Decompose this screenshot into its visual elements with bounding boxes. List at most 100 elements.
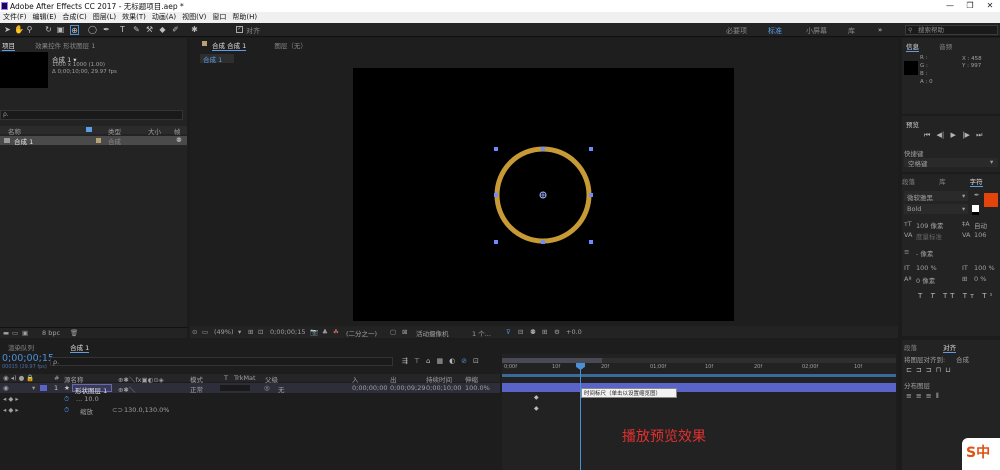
bbox-handle[interactable] xyxy=(494,193,498,197)
timeline-graph-area[interactable]: 0;00f 10f 20f 01;00f 10f 20f 02;00f 10f … xyxy=(502,354,896,470)
tab-project[interactable]: 项目 xyxy=(2,42,15,51)
horizontal-scale-value[interactable]: 100 % xyxy=(974,264,995,272)
small-caps-button[interactable]: Tт xyxy=(963,292,977,300)
rotate-tool-icon[interactable]: ↻ xyxy=(44,25,53,35)
bbox-handle[interactable] xyxy=(494,240,498,244)
tab-paragraph[interactable]: 段落 xyxy=(902,178,915,186)
new-folder-icon[interactable]: ▭ xyxy=(12,329,18,337)
tab-composition[interactable]: 合成 合成 1 xyxy=(212,42,247,51)
tab-effect-controls[interactable]: 效果控件 形状图层 1 xyxy=(35,42,95,50)
align-checkbox[interactable]: ✓ xyxy=(236,26,243,33)
property-scale-value[interactable]: 130.0,130.0% xyxy=(124,406,169,414)
pickwhip-icon[interactable]: ◎ xyxy=(264,384,270,392)
ellipse-tool-icon[interactable]: ◯ xyxy=(88,25,97,35)
layer-switches-icon[interactable]: ⊕✱＼ xyxy=(118,384,135,394)
timeline-search-input[interactable]: ρ. xyxy=(50,357,393,366)
mode-dropdown[interactable]: 正常 xyxy=(190,384,203,394)
tsume-value[interactable]: 0 % xyxy=(974,275,986,283)
selection-tool-icon[interactable]: ➤ xyxy=(3,25,12,35)
tab-timeline-comp[interactable]: 合成 1 xyxy=(70,344,90,353)
tab-info[interactable]: 信息 xyxy=(906,43,919,52)
puppet-pin-tool-icon[interactable]: ✱ xyxy=(190,25,199,35)
roto-brush-tool-icon[interactable]: ✐ xyxy=(171,25,180,35)
expand-arrow-icon[interactable]: ▾ xyxy=(32,384,35,392)
align-top-icon[interactable]: ⊓ xyxy=(936,366,945,374)
faux-bold-button[interactable]: T xyxy=(918,292,925,300)
work-area-range[interactable] xyxy=(502,358,602,363)
stopwatch-icon[interactable]: ⏱ xyxy=(64,406,69,415)
bbox-handle[interactable] xyxy=(589,147,593,151)
pen-tool-icon[interactable]: ✒ xyxy=(102,25,111,35)
menu-effect[interactable]: 效果(T) xyxy=(119,12,149,23)
layer-duration[interactable]: 0;00;10;00 xyxy=(426,384,462,392)
menu-composition[interactable]: 合成(C) xyxy=(59,12,89,23)
workspace-essentials[interactable]: 必要项 xyxy=(726,26,747,36)
align-left-icon[interactable]: ⊏ xyxy=(906,366,916,374)
zoom-dropdown[interactable]: (49%) xyxy=(214,328,234,336)
comp-viewer[interactable] xyxy=(353,68,734,321)
workspace-small-screen[interactable]: 小屏幕 xyxy=(806,26,827,36)
align-to-dropdown[interactable]: 合成 xyxy=(956,354,969,364)
grid-icon[interactable]: ⊞ xyxy=(248,328,253,336)
keyframe-icon[interactable]: ◆ xyxy=(534,394,539,401)
workspace-standard[interactable]: 标准 xyxy=(768,26,782,36)
keyframe-icon[interactable]: ◆ xyxy=(534,405,539,412)
tab-layer[interactable]: 图层（无） xyxy=(274,42,307,50)
align-hcenter-icon[interactable]: ⊐ xyxy=(916,366,926,374)
white-swatch[interactable] xyxy=(972,205,979,212)
menu-view[interactable]: 视图(V) xyxy=(179,12,209,23)
comp-flowchart-icon[interactable]: ⇶ xyxy=(402,357,414,365)
show-snapshot-icon[interactable]: ♣ xyxy=(322,328,328,336)
clone-stamp-tool-icon[interactable]: ⚒ xyxy=(145,25,154,35)
time-ruler[interactable]: 0;00f 10f 20f 01;00f 10f 20f 02;00f 10f xyxy=(502,364,896,373)
link-icon[interactable]: ⊂⊃ xyxy=(112,406,123,414)
camera-icon[interactable]: ⊞ xyxy=(542,328,547,336)
superscript-button[interactable]: T¹ xyxy=(982,292,995,300)
help-search-input[interactable]: 搜索帮助 xyxy=(905,25,998,35)
tab-paragraph-2[interactable]: 段落 xyxy=(904,344,917,352)
type-tool-icon[interactable]: T xyxy=(118,25,127,35)
bbox-handle[interactable] xyxy=(541,240,545,244)
distribute-vcenter-icon[interactable]: ≡ xyxy=(916,392,926,400)
workspace-more[interactable]: » xyxy=(878,26,882,34)
graph-editor-icon[interactable]: ⊘ xyxy=(461,357,473,365)
column-name[interactable]: 名称 xyxy=(8,126,21,136)
restore-button[interactable]: ❐ xyxy=(960,0,980,12)
font-style-dropdown[interactable]: Bold ▾ xyxy=(904,204,968,214)
shortcut-dropdown[interactable]: 空格键 ▾ xyxy=(904,158,998,168)
leading-value[interactable]: 自动 xyxy=(974,220,987,230)
bbox-handle[interactable] xyxy=(589,193,593,197)
menu-file[interactable]: 文件(F) xyxy=(0,12,30,23)
align-right-icon[interactable]: ⊐ xyxy=(926,366,936,374)
mask-icon[interactable]: ⊡ xyxy=(258,328,263,336)
parent-dropdown[interactable]: 无 xyxy=(278,384,285,394)
always-preview-icon[interactable]: ⊙ xyxy=(192,328,197,336)
table-row[interactable]: ◂ ◆ ▸ ⏱ 缩放 ⊂⊃ 130.0,130.0% xyxy=(0,405,500,416)
table-row[interactable]: ◂ ◆ ▸ ⏱ ... 10.0 xyxy=(0,394,500,404)
layer-stretch[interactable]: 100.0% xyxy=(465,384,490,392)
trash-icon[interactable]: 🗑 xyxy=(70,329,78,337)
distribute-bottom-icon[interactable]: ≡ xyxy=(926,392,936,400)
menu-window[interactable]: 窗口 xyxy=(209,12,229,23)
timeline-icon[interactable]: ⊟ xyxy=(518,328,523,336)
monitor-icon[interactable]: ▭ xyxy=(202,328,208,336)
tab-render-queue[interactable]: 渲染队列 xyxy=(8,344,34,352)
camera-tool-icon[interactable]: ▣ xyxy=(56,25,65,35)
distribute-left-icon[interactable]: ⦀ xyxy=(936,392,943,400)
frame-blend-icon[interactable]: ▦ xyxy=(436,357,449,365)
column-size[interactable]: 大小 xyxy=(148,126,161,136)
region-of-interest-icon[interactable]: ▢ xyxy=(390,328,396,336)
snapshot-icon[interactable]: 📷 xyxy=(310,328,318,336)
layer-out[interactable]: 0;00;09;29 xyxy=(390,384,426,392)
shy-icon[interactable]: ⌂ xyxy=(426,357,436,365)
bpc-label[interactable]: 8 bpc xyxy=(42,329,60,337)
menu-help[interactable]: 帮助(H) xyxy=(229,12,260,23)
font-family-dropdown[interactable]: 微软雅黑 ▾ xyxy=(904,191,968,202)
last-frame-button[interactable]: ⏭ xyxy=(976,131,982,139)
exposure-value[interactable]: +0.0 xyxy=(566,328,582,336)
eyedropper-icon[interactable]: ✒ xyxy=(974,191,979,199)
work-area-bar[interactable] xyxy=(502,358,896,363)
menu-layer[interactable]: 图层(L) xyxy=(90,12,119,23)
minimize-button[interactable]: — xyxy=(940,0,960,12)
layer-duration-bar[interactable] xyxy=(502,383,896,392)
